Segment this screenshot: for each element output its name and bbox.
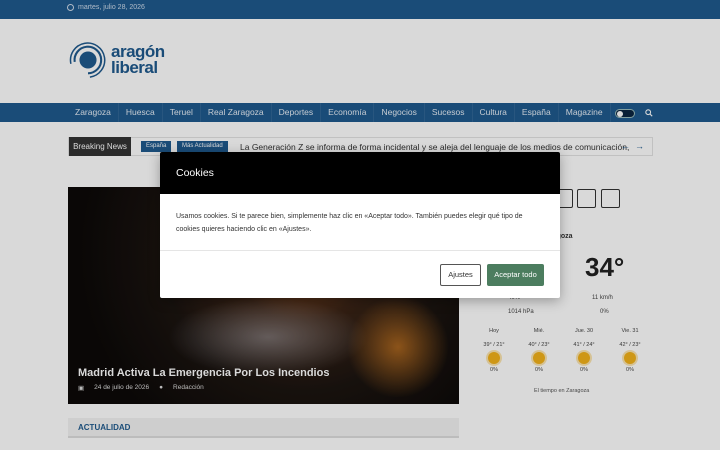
cookie-settings-button[interactable]: Ajustes [440, 264, 481, 286]
cookie-dialog-header: Cookies [160, 152, 560, 194]
cookie-dialog-title: Cookies [176, 167, 214, 179]
cookie-dialog-text: Usamos cookies. Si te parece bien, simpl… [160, 194, 560, 251]
cookie-accept-button[interactable]: Aceptar todo [487, 264, 544, 286]
cookie-dialog: Cookies Usamos cookies. Si te parece bie… [160, 152, 560, 298]
